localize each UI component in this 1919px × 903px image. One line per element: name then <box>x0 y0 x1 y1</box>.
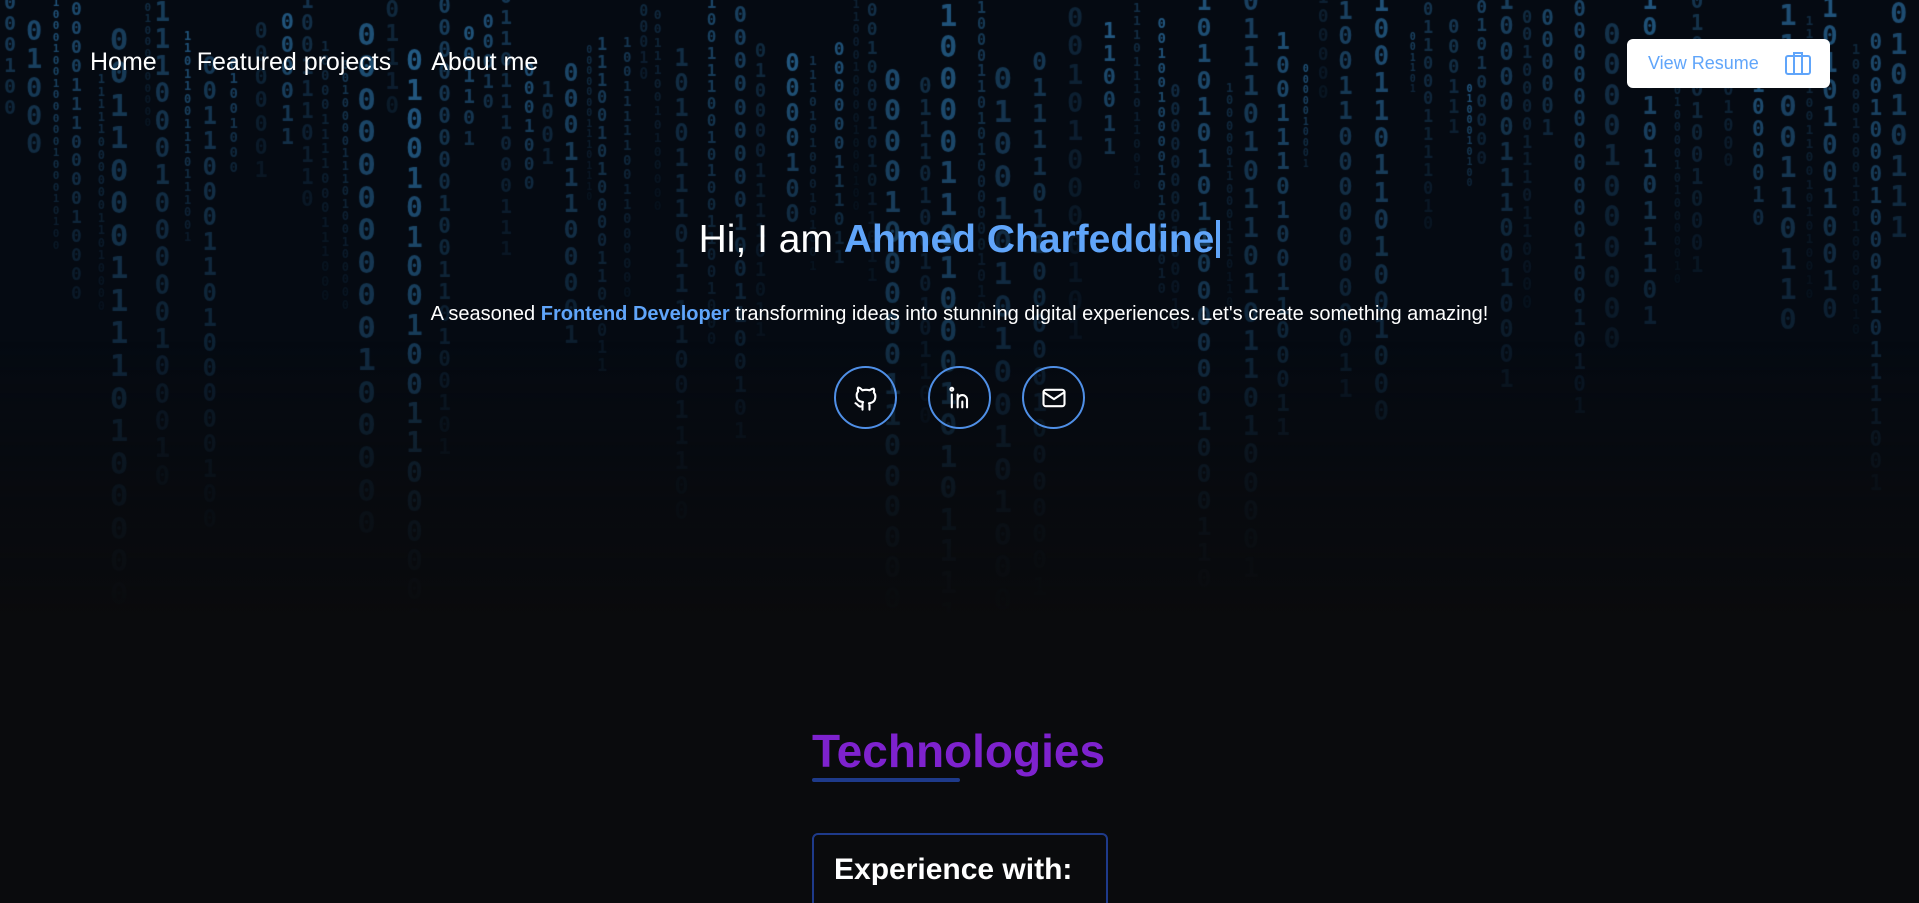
linkedin-icon <box>948 386 968 408</box>
mail-icon <box>1041 388 1066 407</box>
hero-headline: Hi, I am Ahmed Charfeddine <box>0 218 1919 262</box>
linkedin-link[interactable] <box>928 366 991 429</box>
experience-card: Experience with: <box>812 833 1108 903</box>
nav-about-me[interactable]: About me <box>431 48 538 77</box>
hero-tagline: A seasoned Frontend Developer transformi… <box>0 303 1919 326</box>
nav-home[interactable]: Home <box>90 48 157 77</box>
typing-cursor <box>1216 220 1221 258</box>
technologies-title: Technologies <box>812 725 1106 777</box>
github-icon <box>853 386 876 411</box>
social-links <box>834 366 1085 429</box>
email-link[interactable] <box>1022 366 1085 429</box>
experience-card-title: Experience with: <box>834 853 1073 886</box>
tagline-suffix: transforming ideas into stunning digital… <box>729 303 1489 325</box>
github-link[interactable] <box>834 366 897 429</box>
title-underline <box>812 778 960 782</box>
tagline-role: Frontend Developer <box>540 303 730 325</box>
briefcase-icon <box>1785 52 1811 75</box>
nav-featured-projects[interactable]: Featured projects <box>197 48 392 77</box>
main-nav: Home Featured projects About me <box>90 48 538 77</box>
greeting-text: Hi, I am <box>698 218 844 261</box>
view-resume-label: View Resume <box>1648 53 1759 73</box>
hero-name: Ahmed Charfeddine <box>843 218 1215 261</box>
tagline-prefix: A seasoned <box>430 303 541 325</box>
view-resume-button[interactable]: View Resume <box>1627 39 1830 88</box>
